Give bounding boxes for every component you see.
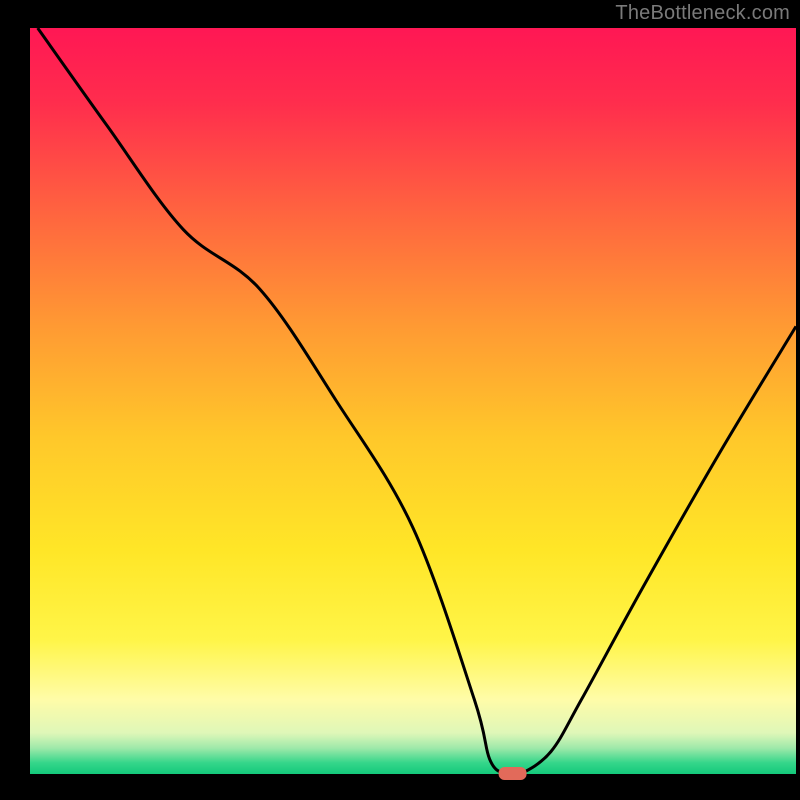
bottleneck-chart [0, 0, 800, 800]
chart-container: TheBottleneck.com [0, 0, 800, 800]
attribution-label: TheBottleneck.com [615, 2, 790, 25]
plot-background [30, 28, 796, 774]
optimal-marker [499, 767, 527, 780]
